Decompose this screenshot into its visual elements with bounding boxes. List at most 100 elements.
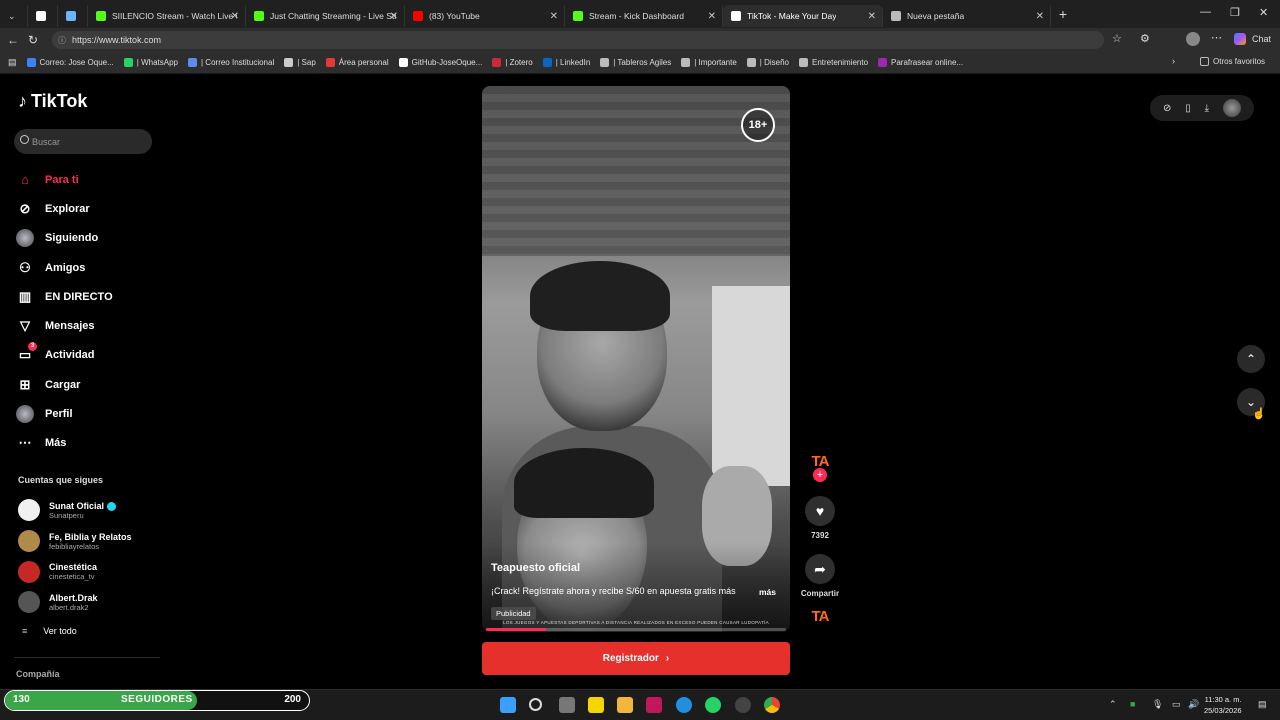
bookmark-item[interactable]: Entretenimiento xyxy=(798,58,868,67)
tab-close-icon[interactable]: ✕ xyxy=(868,11,876,22)
system-clock[interactable]: 11:30 a. m. 25/03/2026 xyxy=(1204,694,1242,716)
menu-item[interactable]: ▽ Mensajes xyxy=(16,311,113,340)
download-icon[interactable]: ⤓ xyxy=(1205,103,1209,114)
close-window-icon[interactable]: ✕ xyxy=(1259,6,1268,19)
edge-icon[interactable] xyxy=(676,697,692,713)
copilot-icon[interactable] xyxy=(1234,33,1246,45)
sidebar-toggle-icon[interactable]: ▤ xyxy=(8,57,17,68)
maximize-icon[interactable]: ❐ xyxy=(1230,6,1240,19)
phone-icon[interactable]: ▯ xyxy=(1185,103,1191,114)
menu-item[interactable]: ⚇ Amigos xyxy=(16,253,113,282)
tab-close-icon[interactable]: ✕ xyxy=(708,11,716,22)
app-icon[interactable] xyxy=(646,697,662,713)
bookmark-item[interactable]: | Tableros Agiles xyxy=(600,58,671,67)
company-link[interactable]: Compañía xyxy=(16,669,60,679)
pinned-tab[interactable] xyxy=(28,5,58,27)
tiktok-logo[interactable]: ♪ TikTok xyxy=(18,91,87,112)
menu-item[interactable]: ▭ 3 Actividad xyxy=(16,341,113,370)
tab-close-icon[interactable]: ✕ xyxy=(231,11,239,22)
favorite-icon[interactable]: ☆ xyxy=(1112,32,1122,45)
chrome-icon[interactable] xyxy=(764,697,780,713)
list-icon: ≡ xyxy=(22,626,28,636)
video-progress-bar[interactable] xyxy=(486,628,786,631)
menu-item[interactable]: Perfil xyxy=(16,399,113,428)
see-all-button[interactable]: ≡ Ver todo xyxy=(22,626,77,636)
following-account[interactable]: Cinestética cinestetica_tv xyxy=(18,556,132,587)
browser-tab[interactable]: SIILENCIO Stream - Watch Live on ✕ xyxy=(88,5,246,27)
mic-icon[interactable]: 🎙 xyxy=(1152,699,1163,710)
sticky-notes-icon[interactable] xyxy=(588,697,604,713)
profile-avatar[interactable] xyxy=(1186,32,1200,46)
follow-plus-icon[interactable]: + xyxy=(813,468,827,482)
tab-close-icon[interactable]: ✕ xyxy=(1036,11,1044,22)
bookmark-icon xyxy=(878,58,888,67)
bookmark-item[interactable]: | Diseño xyxy=(746,58,789,67)
video-author[interactable]: Teapuesto oficial xyxy=(491,562,580,574)
bookmark-item[interactable]: | WhatsApp xyxy=(123,58,178,67)
bookmark-icon xyxy=(123,58,133,67)
bookmark-item[interactable]: Parafrasear online... xyxy=(878,58,963,67)
tray-app-icon[interactable]: ■ xyxy=(1130,699,1135,709)
share-button[interactable]: ➦ xyxy=(805,554,835,584)
minimize-icon[interactable]: — xyxy=(1200,6,1211,18)
extensions-icon[interactable]: ⚙ xyxy=(1140,32,1150,45)
like-button[interactable]: ♥ xyxy=(805,496,835,526)
tray-overflow-icon[interactable]: ⌃ xyxy=(1109,699,1117,710)
following-account[interactable]: Fe, Biblia y Relatos febibliayrelatos xyxy=(18,526,132,557)
tab-list-button[interactable]: ⌄ xyxy=(0,5,28,27)
bookmark-item[interactable]: | LinkedIn xyxy=(542,58,590,67)
bookmark-item[interactable]: | Sap xyxy=(284,58,316,67)
back-icon[interactable]: ← xyxy=(3,33,23,47)
browser-tab[interactable]: Just Chatting Streaming - Live Stre ✕ xyxy=(246,5,405,27)
menu-icon[interactable]: ⋯ xyxy=(1211,31,1222,44)
whatsapp-icon[interactable] xyxy=(705,697,721,713)
bookmark-item[interactable]: GitHub-JoseOque... xyxy=(398,58,482,67)
following-account[interactable]: Sunat Oficial Sunatperu xyxy=(18,495,132,526)
new-tab-button[interactable]: + xyxy=(1051,6,1075,22)
browser-tab[interactable]: Nueva pestaña ✕ xyxy=(883,5,1051,27)
windows-start-icon[interactable] xyxy=(500,697,516,713)
url-bar[interactable]: ⓘ https://www.tiktok.com xyxy=(52,31,1104,49)
bookmark-item[interactable]: Correo: Jose Oque... xyxy=(26,58,114,67)
chat-label[interactable]: Chat xyxy=(1252,34,1271,44)
bookmark-item[interactable]: Área personal xyxy=(325,58,389,67)
previous-video-button[interactable]: ⌃ xyxy=(1237,345,1265,373)
pinned-tab[interactable] xyxy=(58,5,88,27)
account-avatar xyxy=(18,591,40,614)
browser-tab[interactable]: (83) YouTube ✕ xyxy=(405,5,565,27)
menu-item[interactable]: ▥ EN DIRECTO xyxy=(16,282,113,311)
notifications-icon[interactable]: ▤ xyxy=(1258,699,1267,710)
browser-tab[interactable]: Stream - Kick Dashboard ✕ xyxy=(565,5,723,27)
volume-icon[interactable]: 🔊 xyxy=(1188,699,1199,710)
browser-tab[interactable]: TikTok - Make Your Day ✕ xyxy=(723,5,883,27)
tab-close-icon[interactable]: ✕ xyxy=(390,11,398,22)
task-view-icon[interactable] xyxy=(559,697,575,713)
settings-icon[interactable] xyxy=(735,697,751,713)
sound-avatar[interactable]: TA xyxy=(803,608,837,625)
menu-item[interactable]: ⊘ Explorar xyxy=(16,194,113,223)
menu-item-label: EN DIRECTO xyxy=(45,290,113,303)
bookmark-item[interactable]: | Importante xyxy=(681,58,737,67)
bookmarks-overflow-icon[interactable]: › xyxy=(1172,56,1175,66)
register-cta-button[interactable]: Registrador › xyxy=(482,642,790,675)
video-player[interactable]: 18+ Teapuesto oficial ¡Crack! Regístrate… xyxy=(482,86,790,632)
other-bookmarks[interactable]: Otros favoritos xyxy=(1200,57,1265,66)
tab-close-icon[interactable]: ✕ xyxy=(550,11,558,22)
following-account[interactable]: Albert.Drak albert.drak2 xyxy=(18,587,132,618)
bookmark-item[interactable]: | Zotero xyxy=(492,58,533,67)
compass-icon[interactable]: ⊘ xyxy=(1163,103,1171,114)
search-icon[interactable] xyxy=(529,698,542,711)
menu-item[interactable]: ⊞ Cargar xyxy=(16,370,113,399)
search-input[interactable]: Buscar xyxy=(14,129,152,154)
bookmark-icon xyxy=(284,58,294,67)
bookmark-item[interactable]: | Correo Institucional xyxy=(188,58,274,67)
caption-more-link[interactable]: más xyxy=(759,587,776,597)
network-icon[interactable]: ▭ xyxy=(1172,699,1181,710)
file-explorer-icon[interactable] xyxy=(617,697,633,713)
advertiser-avatar[interactable]: TA xyxy=(803,453,837,470)
reload-icon[interactable]: ↻ xyxy=(23,33,43,47)
user-avatar[interactable] xyxy=(1223,99,1241,117)
menu-item[interactable]: ⌂ Para ti xyxy=(16,165,113,194)
menu-item[interactable]: Siguiendo xyxy=(16,224,113,253)
menu-item[interactable]: ⋯ Más xyxy=(16,429,113,458)
